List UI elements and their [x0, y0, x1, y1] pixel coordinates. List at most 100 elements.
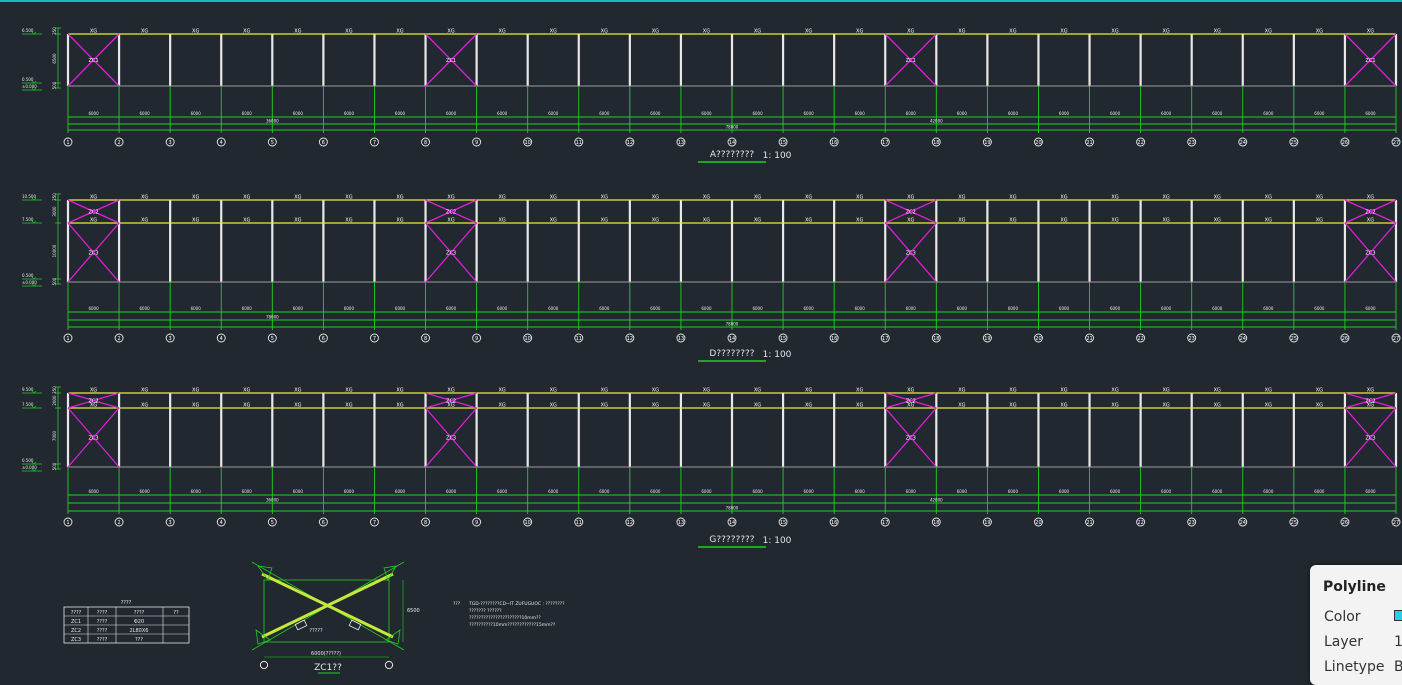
elevation-level: ±0.000 — [22, 280, 37, 285]
purlin-label: XG — [1060, 195, 1067, 201]
property-value-layer[interactable]: 1 — [1394, 634, 1402, 650]
purlin-label: XG — [1111, 403, 1118, 409]
purlin-label: XG — [1111, 388, 1118, 394]
bay-dimension: 6000 — [1263, 489, 1274, 494]
axis-label: 9 — [475, 336, 478, 342]
bay-dimension: 6000 — [191, 111, 202, 116]
purlin-label: XG — [1009, 218, 1016, 224]
purlin-label: XG — [243, 29, 250, 35]
brace-label: ZC2 — [446, 210, 456, 216]
bay-dimension: 6000 — [88, 306, 99, 311]
purlin-label: XG — [1214, 388, 1221, 394]
table-cell: 2L80X6 — [130, 628, 149, 634]
property-row-color[interactable]: Color — [1324, 609, 1361, 625]
purlin-label: XG — [856, 403, 863, 409]
bay-dimension: 6000 — [1110, 111, 1121, 116]
bay-dimension: 6000 — [1263, 306, 1274, 311]
brace-label: ZC2 — [906, 210, 916, 216]
purlin-label: XG — [1111, 218, 1118, 224]
bay-dimension: 6000 — [548, 489, 559, 494]
purlin-label: XG — [141, 403, 148, 409]
quick-properties-panel[interactable]: Polyline Color Layer 1 Linetype B — [1310, 565, 1402, 685]
purlin-label: XG — [1009, 195, 1016, 201]
purlin-label: XG — [856, 388, 863, 394]
bay-dimension: 6000 — [446, 111, 457, 116]
axis-label: 12 — [627, 336, 633, 342]
purlin-label: XG — [498, 403, 505, 409]
bay-dimension: 6000 — [293, 306, 304, 311]
purlin-label: XG — [907, 29, 914, 35]
bay-dimension: 6000 — [293, 489, 304, 494]
axis-label: 26 — [1342, 140, 1348, 146]
brace-label: ZC1 — [906, 58, 916, 64]
purlin-label: XG — [1316, 195, 1323, 201]
bay-dimension: 6000 — [1008, 306, 1019, 311]
elevation-3: XG XG XG XG XG XG XG XG XG XG XG XG XG XG XG XG XG XG XG XG… — [22, 386, 1401, 548]
purlin-label: XG — [243, 218, 250, 224]
cad-drawing-canvas[interactable]: XG XG XG XG XG XG XG XG XG XG XG XG XG XG XG XG XG XG XG XG… — [0, 0, 1402, 675]
purlin-label: XG — [141, 29, 148, 35]
elevation-drawings: XG XG XG XG XG XG XG XG XG XG XG XG XG XG XG XG XG XG XG XG… — [22, 27, 1401, 548]
purlin-label: XG — [192, 195, 199, 201]
side-dimension: 350 — [52, 386, 57, 394]
purlin-label: XG — [1316, 29, 1323, 35]
bay-dimension: 6000 — [1212, 489, 1223, 494]
axis-label: 13 — [678, 520, 684, 526]
side-dimension: 500 — [52, 462, 57, 470]
axis-label: 5 — [271, 520, 274, 526]
table-cell: ???? — [97, 619, 108, 625]
bay-dimension: 6000 — [242, 489, 253, 494]
purlin-label: XG — [754, 218, 761, 224]
property-row-linetype[interactable]: Linetype — [1324, 659, 1384, 675]
table-cell: ??? — [135, 637, 143, 643]
bay-dimension: 6000 — [1161, 489, 1172, 494]
purlin-label: XG — [1009, 388, 1016, 394]
purlin-label: XG — [192, 218, 199, 224]
purlin-label: XG — [294, 195, 301, 201]
axis-label: 17 — [882, 520, 888, 526]
property-label: Linetype — [1324, 659, 1385, 675]
bay-dimension: 6000 — [957, 489, 968, 494]
purlin-label: XG — [601, 195, 608, 201]
brace-label: ZC1 — [446, 58, 456, 64]
purlin-label: XG — [141, 218, 148, 224]
bay-dimension: 6000 — [1059, 489, 1070, 494]
axis-label: 16 — [831, 520, 837, 526]
axis-label: 14 — [729, 140, 735, 146]
purlin-label: XG — [652, 218, 659, 224]
total-dimension: 78000 — [266, 315, 279, 320]
bay-dimension: 6000 — [1059, 111, 1070, 116]
property-value-linetype[interactable]: B — [1394, 659, 1402, 675]
elevation-title: D???????? — [709, 349, 754, 359]
bay-dimension: 6000 — [1008, 489, 1019, 494]
bay-dimension: 6000 — [1314, 111, 1325, 116]
bay-dimension: 6000 — [650, 306, 661, 311]
axis-label: 16 — [831, 140, 837, 146]
detail-label: ZC1?? — [314, 663, 342, 673]
purlin-label: XG — [90, 29, 97, 35]
purlin-label: XG — [754, 403, 761, 409]
purlin-label: XG — [447, 218, 454, 224]
brace-detail: 6500 6000(?????) ????? ZC1?? — [251, 561, 420, 674]
axis-label: 18 — [933, 140, 939, 146]
table-header: ???? — [71, 610, 82, 616]
axis-label: 15 — [780, 336, 786, 342]
purlin-label: XG — [1214, 29, 1221, 35]
bay-dimension: 6000 — [548, 111, 559, 116]
purlin-label: XG — [1265, 29, 1272, 35]
purlin-label: XG — [754, 195, 761, 201]
purlin-label: XG — [1214, 218, 1221, 224]
notes-line: ??????? ?????? — [469, 608, 502, 614]
axis-label: 18 — [933, 520, 939, 526]
purlin-label: XG — [447, 29, 454, 35]
bay-dimension: 6000 — [1110, 489, 1121, 494]
elevation-1: XG XG XG XG XG XG XG XG XG XG XG XG XG XG XG XG XG XG XG XG… — [22, 27, 1401, 163]
elevation-level: 10.500 — [22, 194, 36, 199]
property-row-layer[interactable]: Layer — [1324, 634, 1363, 650]
detail-rod-note: ????? — [309, 628, 323, 634]
property-value-color[interactable] — [1394, 609, 1402, 625]
axis-label: 20 — [1035, 520, 1041, 526]
axis-label: 23 — [1189, 336, 1195, 342]
purlin-label: XG — [192, 29, 199, 35]
bay-dimension: 6000 — [1212, 306, 1223, 311]
